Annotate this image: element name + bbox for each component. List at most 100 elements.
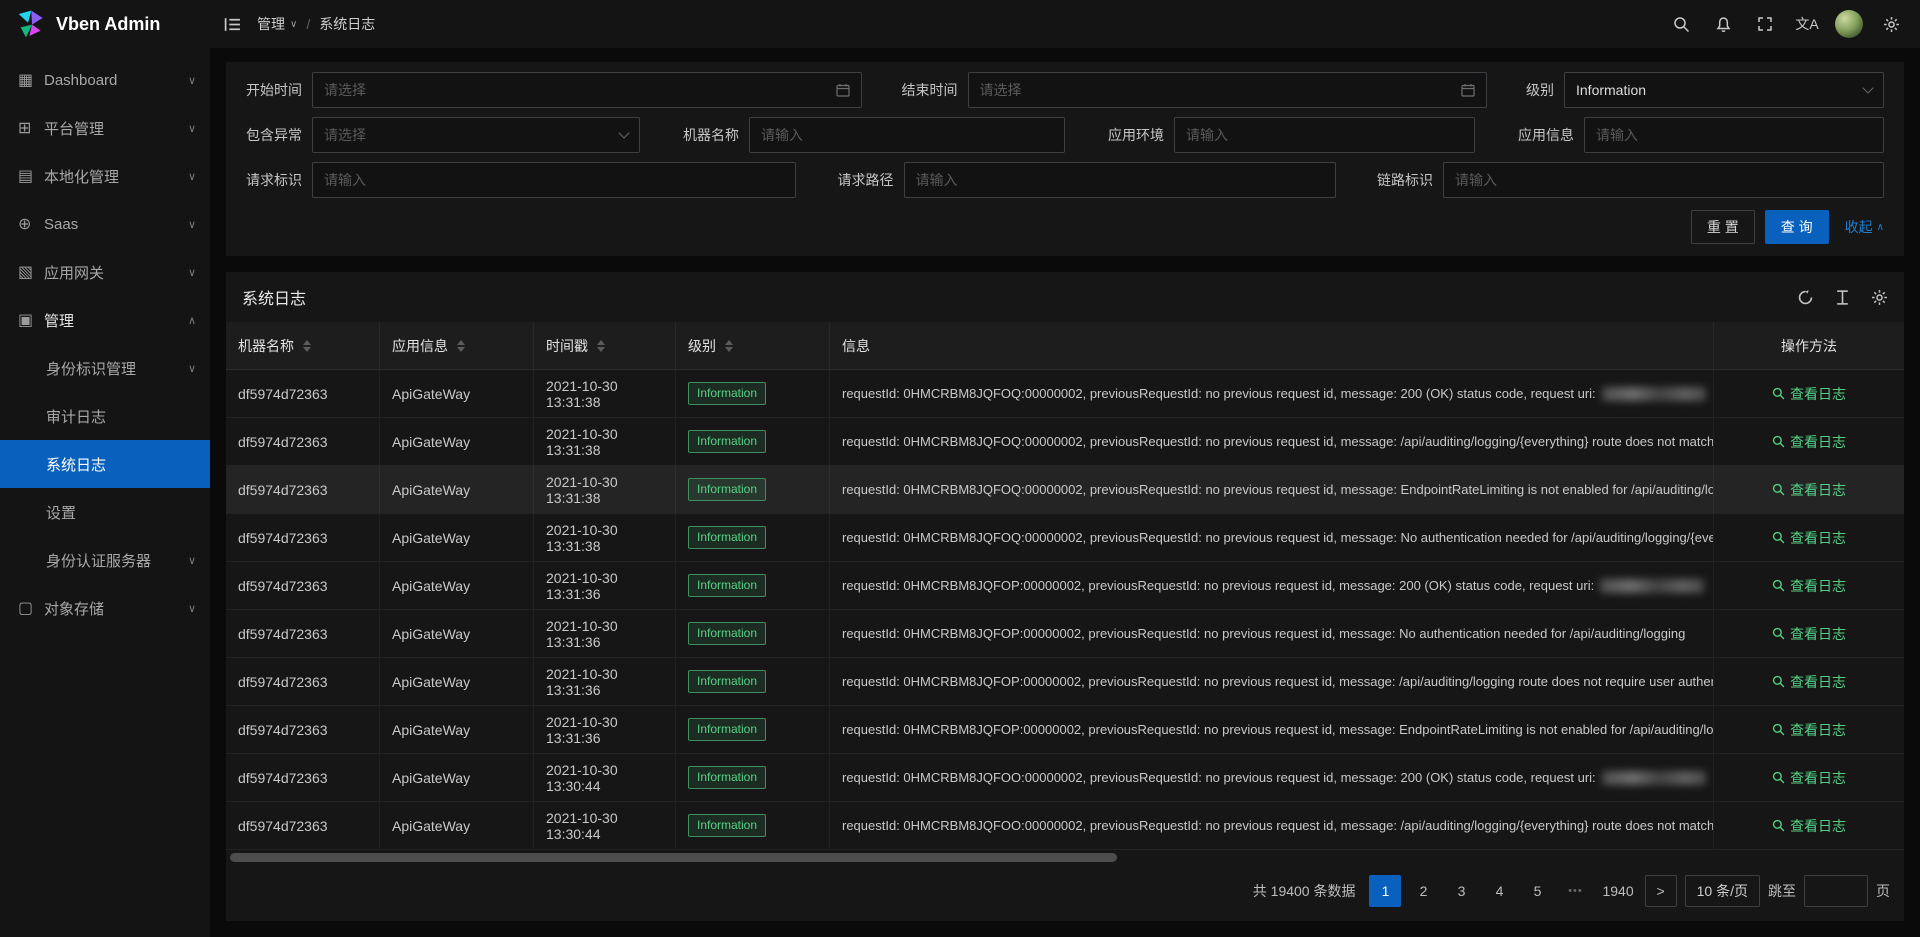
table-row: df5974d72363 ApiGateWay 2021-10-30 13:31… (226, 418, 1904, 466)
search-icon[interactable] (1662, 0, 1700, 48)
trace-id-input[interactable] (1455, 172, 1872, 188)
row-height-icon[interactable] (1834, 289, 1851, 306)
jump-page-input[interactable] (1804, 875, 1868, 907)
sidebar-menu-item[interactable]: ▧ 应用网关 ∨ (0, 248, 210, 296)
notification-bell-icon[interactable] (1704, 0, 1742, 48)
app-info-cell: ApiGateWay (380, 514, 534, 561)
sidebar-menu-item[interactable]: 系统日志 (0, 440, 210, 488)
view-log-link[interactable]: 查看日志 (1772, 528, 1846, 548)
message-cell: requestId: 0HMCRBM8JQFOO:00000002, previ… (830, 802, 1714, 849)
refresh-icon[interactable] (1797, 289, 1814, 306)
menu-item-icon: ▣ (18, 310, 44, 330)
reset-button[interactable]: 重 置 (1691, 210, 1755, 244)
breadcrumb-root[interactable]: 管理 ∨ (257, 14, 297, 34)
sidebar-menu-item[interactable]: ▦ Dashboard ∨ (0, 56, 210, 104)
search-icon (1772, 531, 1785, 544)
timestamp-cell: 2021-10-30 13:30:44 (534, 802, 676, 849)
view-log-link[interactable]: 查看日志 (1772, 720, 1846, 740)
menu-item-label: Dashboard (44, 72, 182, 89)
sidebar-fold-icon[interactable] (224, 16, 241, 33)
start-time-picker[interactable] (312, 72, 862, 108)
calendar-icon (836, 83, 850, 97)
page-button[interactable]: ••• (1559, 875, 1591, 907)
page-button[interactable]: 2 (1407, 875, 1439, 907)
request-path-input[interactable] (916, 172, 1324, 188)
locale-icon[interactable]: 文A (1788, 0, 1826, 48)
avatar[interactable] (1830, 0, 1868, 48)
view-log-link[interactable]: 查看日志 (1772, 576, 1846, 596)
sidebar-menu-item[interactable]: 身份标识管理 ∨ (0, 344, 210, 392)
chevron-icon: ∨ (188, 74, 196, 87)
redacted-text (1602, 771, 1706, 785)
chevron-icon: ∨ (188, 218, 196, 231)
machine-name-input[interactable] (761, 127, 1053, 143)
column-label: 信息 (842, 336, 870, 356)
sort-icon[interactable] (303, 340, 311, 352)
view-log-link[interactable]: 查看日志 (1772, 768, 1846, 788)
page-button[interactable]: > (1645, 875, 1677, 907)
include-exception-select[interactable]: 请选择 (312, 117, 640, 153)
chevron-up-icon: ∧ (1877, 222, 1884, 233)
level-select[interactable]: Information (1564, 72, 1884, 108)
query-button[interactable]: 查 询 (1765, 210, 1829, 244)
machine-name-cell: df5974d72363 (226, 706, 380, 753)
search-icon (1772, 771, 1785, 784)
sort-icon[interactable] (457, 340, 465, 352)
sort-icon[interactable] (725, 340, 733, 352)
level-cell: Information (676, 610, 830, 657)
horizontal-scrollbar-thumb[interactable] (230, 853, 1117, 862)
machine-name-cell: df5974d72363 (226, 802, 380, 849)
page-button[interactable]: 1940 (1597, 875, 1638, 907)
sidebar-menu-item[interactable]: 审计日志 (0, 392, 210, 440)
view-log-link[interactable]: 查看日志 (1772, 432, 1846, 452)
sidebar-menu-item[interactable]: ▣ 管理 ∧ (0, 296, 210, 344)
view-log-link[interactable]: 查看日志 (1772, 480, 1846, 500)
message-cell: requestId: 0HMCRBM8JQFOP:00000002, previ… (830, 658, 1714, 705)
message-cell: requestId: 0HMCRBM8JQFOP:00000002, previ… (830, 562, 1714, 609)
level-badge: Information (688, 718, 766, 741)
sort-icon[interactable] (597, 340, 605, 352)
view-log-link[interactable]: 查看日志 (1772, 384, 1846, 404)
sidebar-menu-item[interactable]: ▢ 对象存储 ∨ (0, 584, 210, 632)
app-info-input[interactable] (1596, 127, 1872, 143)
page-button[interactable]: 1 (1369, 875, 1401, 907)
sidebar-menu-item[interactable]: ⊕ Saas ∨ (0, 200, 210, 248)
settings-gear-icon[interactable] (1872, 0, 1910, 48)
level-cell: Information (676, 514, 830, 561)
end-time-input[interactable] (980, 82, 1453, 98)
action-cell: 查看日志 (1714, 754, 1904, 801)
view-log-link[interactable]: 查看日志 (1772, 672, 1846, 692)
end-time-picker[interactable] (968, 72, 1487, 108)
machine-name-cell: df5974d72363 (226, 418, 380, 465)
page-size-select[interactable]: 10 条/页 (1685, 875, 1760, 907)
chevron-icon: ∨ (188, 266, 196, 279)
table-row: df5974d72363 ApiGateWay 2021-10-30 13:31… (226, 370, 1904, 418)
sidebar-menu-item[interactable]: 身份认证服务器 ∨ (0, 536, 210, 584)
page-button[interactable]: 5 (1521, 875, 1553, 907)
sidebar-menu-item[interactable]: ⊞ 平台管理 ∨ (0, 104, 210, 152)
page-button[interactable]: 3 (1445, 875, 1477, 907)
chevron-icon: ∨ (188, 362, 196, 375)
level-cell: Information (676, 802, 830, 849)
view-log-link[interactable]: 查看日志 (1772, 816, 1846, 836)
column-label: 级别 (688, 336, 716, 356)
request-id-input[interactable] (324, 172, 784, 188)
collapse-filter-link[interactable]: 收起 ∧ (1845, 217, 1884, 237)
action-cell: 查看日志 (1714, 514, 1904, 561)
table-row: df5974d72363 ApiGateWay 2021-10-30 13:31… (226, 514, 1904, 562)
sidebar-menu-item[interactable]: ▤ 本地化管理 ∨ (0, 152, 210, 200)
table-header-cell: 操作方法 (1714, 322, 1904, 369)
fullscreen-icon[interactable] (1746, 0, 1784, 48)
table-row: df5974d72363 ApiGateWay 2021-10-30 13:30… (226, 754, 1904, 802)
chevron-icon: ∨ (188, 122, 196, 135)
app-env-input[interactable] (1186, 127, 1463, 143)
view-log-link[interactable]: 查看日志 (1772, 624, 1846, 644)
sidebar-menu-item[interactable]: 设置 (0, 488, 210, 536)
page-button[interactable]: 4 (1483, 875, 1515, 907)
app-logo[interactable]: Vben Admin (0, 0, 210, 48)
column-settings-gear-icon[interactable] (1871, 289, 1888, 306)
action-cell: 查看日志 (1714, 706, 1904, 753)
action-cell: 查看日志 (1714, 562, 1904, 609)
start-time-input[interactable] (324, 82, 828, 98)
message-cell: requestId: 0HMCRBM8JQFOQ:00000002, previ… (830, 370, 1714, 417)
